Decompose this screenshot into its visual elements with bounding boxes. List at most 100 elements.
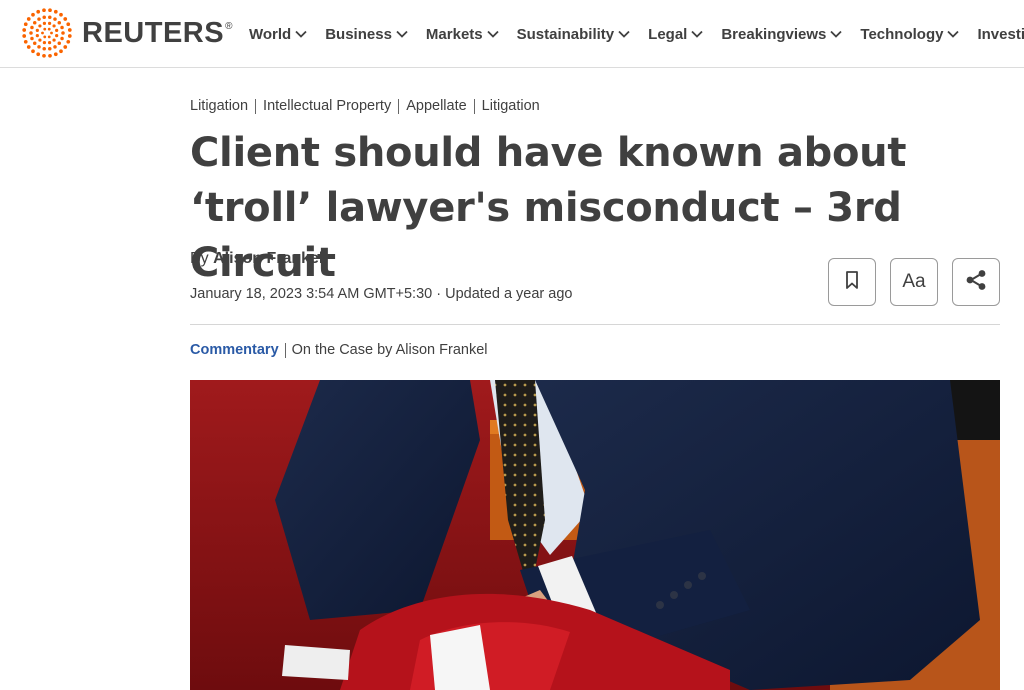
article-dateline: January 18, 2023 3:54 AM GMT+5:30 · Upda… <box>190 286 573 302</box>
logo-dot <box>66 22 71 27</box>
share-icon <box>964 268 988 297</box>
logo-dot <box>42 8 46 13</box>
breadcrumb-item-appellate[interactable]: Appellate <box>406 98 466 114</box>
nav-item-markets[interactable]: Markets <box>426 26 499 43</box>
logo-dot <box>38 24 42 28</box>
logo-dot <box>52 24 56 28</box>
logo-dot <box>36 9 41 14</box>
logo-dot <box>59 49 63 54</box>
logo-dot <box>43 27 47 31</box>
column-name: On the Case by Alison Frankel <box>291 342 488 358</box>
byline: By Alison Frankel <box>190 250 323 268</box>
logo-dot <box>29 31 33 35</box>
logo-dot <box>38 38 42 42</box>
logo-dot <box>57 41 62 46</box>
byline-prefix: By <box>190 250 209 267</box>
logo-dot <box>57 20 62 25</box>
divider <box>190 324 1000 325</box>
text-size-button[interactable]: Aa <box>890 258 938 306</box>
nav-item-business[interactable]: Business <box>325 26 408 43</box>
logo-dot <box>67 28 72 32</box>
author-link[interactable]: Alison Frankel <box>213 250 323 267</box>
reuters-logo-mark-icon <box>22 8 72 58</box>
logo-dot <box>32 41 37 46</box>
logo-dot <box>60 36 64 41</box>
logo-dot <box>60 25 64 30</box>
logo-dot <box>42 53 46 58</box>
article-kicker: Commentary On the Case by Alison Frankel <box>190 342 488 358</box>
logo-dot <box>37 45 41 49</box>
logo-dot <box>23 39 28 44</box>
logo-dot <box>53 17 57 21</box>
chevron-down-icon <box>691 30 703 38</box>
main-nav: World Business Markets Sustainability Le… <box>249 0 1024 67</box>
logo-dot <box>26 45 31 49</box>
logo-dot <box>23 22 28 27</box>
logo-dot <box>67 34 72 38</box>
chevron-down-icon <box>947 30 960 38</box>
share-button[interactable] <box>952 258 1000 306</box>
logo-dot <box>63 17 68 21</box>
logo-dot <box>37 17 41 21</box>
nav-item-world[interactable]: World <box>249 26 307 43</box>
breadcrumb-item-intellectual-property[interactable]: Intellectual Property <box>263 98 391 114</box>
logo-dot <box>66 39 71 44</box>
logo-dot <box>53 9 58 14</box>
breadcrumb-separator <box>473 98 475 114</box>
nav-item-investigations[interactable]: Investigat <box>977 26 1024 43</box>
logo-dot <box>31 12 35 17</box>
nav-item-legal[interactable]: Legal <box>648 26 703 43</box>
logo-dot <box>26 17 31 21</box>
logo-dot <box>30 25 34 30</box>
chevron-down-icon <box>396 30 408 38</box>
chevron-down-icon <box>830 30 843 38</box>
logo-dot <box>48 47 52 51</box>
nav-item-technology[interactable]: Technology <box>860 26 960 43</box>
logo-dot <box>47 27 51 31</box>
logo-dot <box>35 33 39 38</box>
logo-dot <box>31 49 35 54</box>
logo-dot <box>43 35 47 39</box>
logo-dot <box>42 15 46 19</box>
article-actions: Aa <box>828 258 1000 306</box>
logo-dot <box>47 21 52 25</box>
logo-dot <box>53 52 58 57</box>
logo-dot <box>22 34 27 38</box>
logo-dot <box>61 31 65 35</box>
nav-item-breakingviews[interactable]: Breakingviews <box>721 26 843 43</box>
hero-photo-illustration <box>190 380 1000 690</box>
breadcrumb-item-litigation[interactable]: Litigation <box>190 98 248 114</box>
breadcrumb-item-litigation-2[interactable]: Litigation <box>482 98 540 114</box>
logo-dot <box>42 47 46 51</box>
commentary-link[interactable]: Commentary <box>190 342 279 358</box>
logo-dot <box>36 52 41 57</box>
logo-dot <box>59 12 63 17</box>
logo-dot <box>48 15 52 19</box>
logo-dot <box>53 45 57 49</box>
reuters-logo[interactable]: REUTERS® <box>18 4 233 62</box>
logo-dot <box>42 41 47 45</box>
chevron-down-icon <box>486 30 499 38</box>
breadcrumb-separator <box>255 98 257 114</box>
logo-dot <box>42 21 47 25</box>
hero-image <box>190 380 1000 690</box>
logo-dot <box>22 28 27 32</box>
logo-dot <box>55 28 59 33</box>
nav-item-sustainability[interactable]: Sustainability <box>517 26 631 43</box>
logo-dot <box>48 53 52 58</box>
logo-dot <box>48 8 52 13</box>
bookmark-button[interactable] <box>828 258 876 306</box>
logo-dot <box>63 45 68 49</box>
logo-dot <box>47 41 52 45</box>
breadcrumb-separator <box>398 98 400 114</box>
logo-dot <box>30 36 34 41</box>
kicker-separator <box>284 342 286 358</box>
logo-dot <box>35 28 39 33</box>
logo-dot <box>41 31 44 35</box>
logo-dot <box>55 33 59 38</box>
bookmark-icon <box>844 270 860 295</box>
site-header: REUTERS® World Business Markets Sustaina… <box>0 0 1024 68</box>
logo-dot <box>47 35 51 39</box>
brand-wordmark: REUTERS® <box>82 16 233 49</box>
logo-dot <box>50 31 53 35</box>
